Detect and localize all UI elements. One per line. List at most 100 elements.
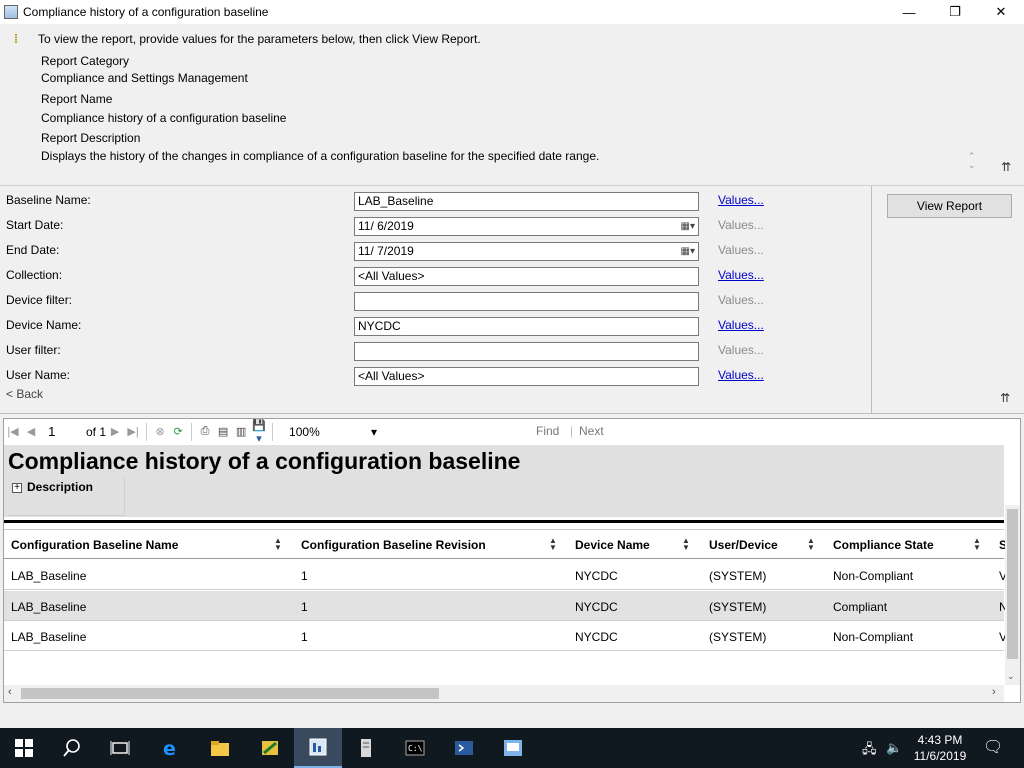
search-icon (63, 739, 80, 757)
table-row: LAB_Baseline 1 NYCDC (SYSTEM) Non-Compli… (4, 621, 1007, 651)
task-view-button[interactable] (96, 728, 144, 768)
info-scroll-arrows[interactable]: ⌃ ⌄ (968, 152, 976, 170)
print-layout-icon[interactable]: ▤ (214, 425, 232, 438)
powershell-button[interactable] (440, 728, 488, 768)
collection-field[interactable]: <All Values> (354, 267, 699, 286)
user-name-field[interactable]: <All Values> (354, 367, 699, 386)
zoom-value: 100% (289, 424, 320, 439)
end-date-value: 11/ 7/2019 (358, 244, 414, 258)
divider (871, 186, 872, 414)
scrollbar-thumb[interactable] (21, 688, 439, 699)
end-date-field[interactable]: 11/ 7/2019 ▦▾ (354, 242, 699, 261)
view-report-button[interactable]: View Report (887, 194, 1012, 218)
clock-time: 4:43 PM (917, 733, 963, 747)
svg-text:e: e (163, 738, 176, 758)
start-date-field[interactable]: 11/ 6/2019 ▦▾ (354, 217, 699, 236)
sort-icon[interactable]: ▲ ▼ (274, 537, 282, 552)
calendar-dropdown-icon[interactable]: ▦▾ (681, 245, 695, 258)
sort-icon[interactable]: ▲ ▼ (807, 537, 815, 552)
network-icon[interactable]: 🖧 (862, 740, 877, 762)
param-label: Device Name: (6, 318, 82, 332)
scrollbar-thumb[interactable] (1007, 509, 1018, 659)
previous-page-icon[interactable]: ◀ (22, 425, 40, 438)
column-header[interactable]: User/Device (709, 538, 778, 552)
baseline-name-field[interactable]: LAB_Baseline (354, 192, 699, 211)
horizontal-scrollbar[interactable]: ‹ › (4, 685, 1004, 702)
device-filter-field[interactable] (354, 292, 699, 311)
report-info-panel: ⁞ To view the report, provide values for… (0, 24, 1024, 184)
vertical-scrollbar[interactable]: ⌄ (1005, 505, 1020, 685)
scroll-left-icon[interactable]: ‹ (8, 686, 12, 698)
device-name-field[interactable]: NYCDC (354, 317, 699, 336)
sort-icon[interactable]: ▲ ▼ (549, 537, 557, 552)
notifications-icon[interactable]: 🗨 (983, 737, 1003, 757)
report-viewer: |◀ ◀ of 1 ▶ ▶| ⊗ ⟳ ⎙ ▤ ▥ 💾▾ 100% ▾ Find … (3, 418, 1021, 703)
config-manager-button[interactable] (489, 728, 537, 768)
sort-icon[interactable]: ▲ ▼ (682, 537, 690, 552)
param-label: User Name: (6, 368, 71, 382)
window-title: Compliance history of a configuration ba… (23, 5, 269, 19)
file-explorer-button[interactable] (196, 728, 244, 768)
folder-icon (211, 741, 229, 756)
back-link[interactable]: < Back (6, 387, 43, 401)
collapse-info-icon[interactable]: ⇈ (1001, 160, 1011, 174)
start-button[interactable] (0, 728, 48, 768)
sort-icon[interactable]: ▲ ▼ (973, 537, 981, 552)
app-icon (4, 5, 18, 19)
table-cell: (SYSTEM) (709, 600, 767, 614)
report-viewer-taskbar-button[interactable] (294, 728, 342, 768)
column-header[interactable]: Compliance State (833, 538, 934, 552)
device-filter-values-link: Values... (718, 293, 764, 307)
print-icon[interactable]: ⎙ (196, 425, 214, 438)
page-number-input[interactable] (46, 423, 86, 440)
maximize-button[interactable]: ❐ (932, 0, 978, 24)
taskbar: e C:\ 🖧 🔈 4:43 PM 11/6/2019 🗨 (0, 728, 1024, 768)
report-category-value: Compliance and Settings Management (41, 71, 248, 85)
page-of-label: of (86, 424, 97, 439)
refresh-icon[interactable]: ⟳ (169, 425, 187, 438)
column-header[interactable]: Device Name (575, 538, 650, 552)
collapse-params-icon[interactable]: ⇈ (1000, 391, 1010, 405)
baseline-values-link[interactable]: Values... (718, 193, 764, 207)
minimize-button[interactable]: — (886, 0, 932, 24)
report-category-label: Report Category (41, 54, 130, 68)
internet-explorer-button[interactable]: e (146, 728, 194, 768)
terminal-icon: C:\ (405, 740, 425, 756)
column-header[interactable]: Configuration Baseline Name (11, 538, 178, 552)
volume-muted-icon[interactable]: 🔈 (886, 740, 902, 756)
zoom-select[interactable]: 100% ▾ (283, 422, 383, 441)
param-label: Start Date: (6, 218, 64, 232)
device-name-values-link[interactable]: Values... (718, 318, 764, 332)
command-prompt-button[interactable]: C:\ (391, 728, 439, 768)
server-manager-button[interactable] (246, 728, 294, 768)
scroll-down-icon[interactable]: ⌄ (1007, 671, 1015, 682)
calendar-dropdown-icon[interactable]: ▦▾ (681, 220, 695, 233)
last-page-icon[interactable]: ▶| (124, 425, 142, 438)
start-date-value: 11/ 6/2019 (358, 219, 414, 233)
console-icon (504, 740, 522, 756)
param-label: End Date: (6, 243, 60, 257)
server-icon (361, 739, 371, 757)
description-section[interactable]: + Description (8, 478, 125, 516)
export-icon[interactable]: 💾▾ (250, 419, 268, 445)
expand-icon[interactable]: + (12, 483, 22, 493)
next-page-icon[interactable]: ▶ (106, 425, 124, 438)
page-setup-icon[interactable]: ▥ (232, 425, 250, 438)
collection-values-link[interactable]: Values... (718, 268, 764, 282)
close-button[interactable]: ✕ (978, 0, 1024, 24)
first-page-icon[interactable]: |◀ (4, 425, 22, 438)
table-cell: LAB_Baseline (11, 600, 87, 614)
stop-icon[interactable]: ⊗ (151, 425, 169, 438)
find-link[interactable]: Find (536, 424, 559, 438)
search-button[interactable] (48, 728, 96, 768)
task-view-icon (110, 741, 130, 755)
server-button[interactable] (342, 728, 390, 768)
table-cell: 1 (301, 630, 308, 644)
column-header[interactable]: Configuration Baseline Revision (301, 538, 486, 552)
find-next-link[interactable]: Next (579, 424, 604, 438)
scroll-right-icon[interactable]: › (992, 686, 996, 698)
user-name-values-link[interactable]: Values... (718, 368, 764, 382)
report-description-value: Displays the history of the changes in c… (41, 149, 600, 163)
clock[interactable]: 4:43 PM 11/6/2019 (910, 732, 970, 764)
user-filter-field[interactable] (354, 342, 699, 361)
